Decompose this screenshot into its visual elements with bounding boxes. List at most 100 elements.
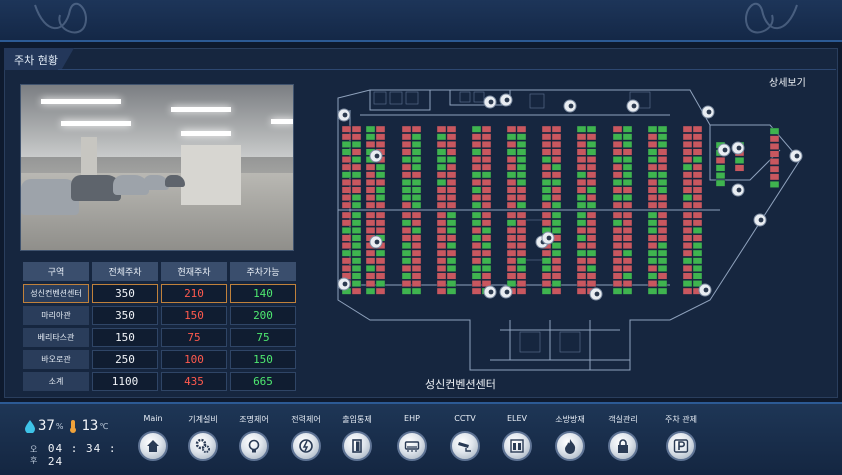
cctv-marker-icon[interactable] bbox=[717, 143, 731, 157]
nav-access-control[interactable]: 출입통제 bbox=[332, 414, 382, 470]
parking-spot bbox=[586, 156, 597, 164]
nav-lighting-button[interactable] bbox=[239, 431, 269, 461]
parking-spot bbox=[516, 148, 527, 156]
parking-spot bbox=[341, 125, 352, 133]
current-count: 210 bbox=[161, 284, 227, 303]
cctv-marker-icon[interactable] bbox=[483, 95, 497, 109]
parking-spot bbox=[481, 211, 492, 219]
parking-spot bbox=[715, 179, 726, 187]
parking-spot bbox=[576, 257, 587, 265]
parking-spot bbox=[401, 234, 412, 242]
parking-spot bbox=[341, 186, 352, 194]
parking-spot bbox=[506, 125, 517, 133]
parking-spot bbox=[576, 125, 587, 133]
parking-spot bbox=[551, 280, 562, 287]
parking-spot bbox=[541, 171, 552, 179]
parking-spot bbox=[446, 264, 457, 272]
parking-spot bbox=[481, 257, 492, 265]
cctv-marker-icon[interactable] bbox=[337, 277, 351, 291]
table-row[interactable]: 베리타스관 150 75 75 bbox=[23, 328, 296, 347]
nav-ehp-button[interactable] bbox=[397, 431, 427, 461]
nav-mechanical[interactable]: 기계설비 bbox=[178, 414, 228, 470]
nav-main[interactable]: Main bbox=[128, 414, 178, 470]
parking-spot bbox=[401, 219, 412, 227]
parking-spot bbox=[692, 249, 703, 257]
parking-spot bbox=[682, 242, 693, 249]
nav-elevator-button[interactable] bbox=[502, 431, 532, 461]
parking-spot bbox=[612, 280, 623, 287]
table-row[interactable]: 바오로관 250 100 150 bbox=[23, 350, 296, 369]
parking-spot bbox=[436, 133, 447, 141]
parking-spot bbox=[586, 178, 597, 186]
parking-spot bbox=[622, 156, 633, 164]
cctv-marker-icon[interactable] bbox=[563, 99, 577, 113]
nav-main-button[interactable] bbox=[138, 431, 168, 461]
cctv-marker-icon[interactable] bbox=[731, 141, 745, 155]
cctv-marker-icon[interactable] bbox=[369, 149, 383, 163]
nav-ehp[interactable]: EHP bbox=[387, 414, 437, 470]
cctv-marker-icon[interactable] bbox=[541, 231, 555, 245]
cctv-marker-icon[interactable] bbox=[698, 283, 712, 297]
parking-spot bbox=[586, 264, 597, 272]
nav-fire-safety[interactable]: 소방방재 bbox=[545, 414, 595, 470]
ceiling-light bbox=[271, 119, 293, 124]
parking-spot bbox=[622, 264, 633, 272]
available-count: 140 bbox=[230, 284, 296, 303]
cctv-marker-icon[interactable] bbox=[499, 93, 513, 107]
parking-spot bbox=[481, 264, 492, 272]
parking-spot bbox=[446, 186, 457, 194]
parking-spot bbox=[612, 201, 623, 209]
cctv-marker-icon[interactable] bbox=[589, 287, 603, 301]
nav-mechanical-button[interactable] bbox=[188, 431, 218, 461]
parking-spot bbox=[446, 194, 457, 202]
nav-elevator[interactable]: ELEV bbox=[492, 414, 542, 470]
parking-spot bbox=[365, 178, 376, 186]
nav-power-button[interactable] bbox=[291, 431, 321, 461]
parking-spot bbox=[612, 133, 623, 141]
cctv-marker-icon[interactable] bbox=[701, 105, 715, 119]
parking-spot bbox=[471, 257, 482, 265]
nav-lighting[interactable]: 조명제어 bbox=[229, 414, 279, 470]
parking-spot bbox=[341, 133, 352, 141]
cctv-marker-icon[interactable] bbox=[753, 213, 767, 227]
nav-fire-safety-button[interactable] bbox=[555, 431, 585, 461]
table-row[interactable]: 마리아관 350 150 200 bbox=[23, 306, 296, 325]
nav-label: 소방방재 bbox=[555, 415, 585, 424]
cctv-marker-icon[interactable] bbox=[499, 285, 513, 299]
cctv-camera-view[interactable] bbox=[20, 84, 294, 251]
parking-spot bbox=[612, 249, 623, 257]
parking-spot bbox=[471, 226, 482, 234]
parking-spot bbox=[351, 211, 362, 219]
parking-spot bbox=[471, 219, 482, 227]
parking-spot bbox=[612, 125, 623, 133]
parking-spot bbox=[351, 280, 362, 287]
parking-spot bbox=[541, 257, 552, 265]
parking-spot bbox=[682, 156, 693, 164]
parking-spot bbox=[647, 140, 658, 148]
nav-parking-control-button[interactable] bbox=[666, 431, 696, 461]
cctv-marker-icon[interactable] bbox=[369, 235, 383, 249]
cctv-marker-icon[interactable] bbox=[789, 149, 803, 163]
cctv-marker-icon[interactable] bbox=[337, 108, 351, 122]
nav-room-management[interactable]: 객실관리 bbox=[598, 414, 648, 470]
parking-spot bbox=[576, 171, 587, 179]
nav-room-management-button[interactable] bbox=[608, 431, 638, 461]
parking-spot bbox=[506, 133, 517, 141]
cctv-marker-icon[interactable] bbox=[731, 183, 745, 197]
parking-spot bbox=[692, 264, 703, 272]
parking-spot bbox=[647, 257, 658, 265]
nav-cctv[interactable]: CCTV bbox=[440, 414, 490, 470]
parking-spot bbox=[375, 257, 386, 265]
table-row[interactable]: 성신컨벤션센터 350 210 140 bbox=[23, 284, 296, 303]
nav-parking-control[interactable]: 주차 관제 bbox=[656, 414, 706, 470]
camera-wall bbox=[181, 145, 241, 205]
nav-access-control-button[interactable] bbox=[342, 431, 372, 461]
nav-power[interactable]: 전력제어 bbox=[281, 414, 331, 470]
available-count: 665 bbox=[230, 372, 296, 391]
parking-floor-map[interactable] bbox=[330, 70, 810, 376]
cctv-marker-icon[interactable] bbox=[483, 285, 497, 299]
nav-cctv-button[interactable] bbox=[450, 431, 480, 461]
cctv-marker-icon[interactable] bbox=[626, 99, 640, 113]
parking-spot bbox=[411, 194, 422, 202]
parking-spot bbox=[401, 272, 412, 280]
